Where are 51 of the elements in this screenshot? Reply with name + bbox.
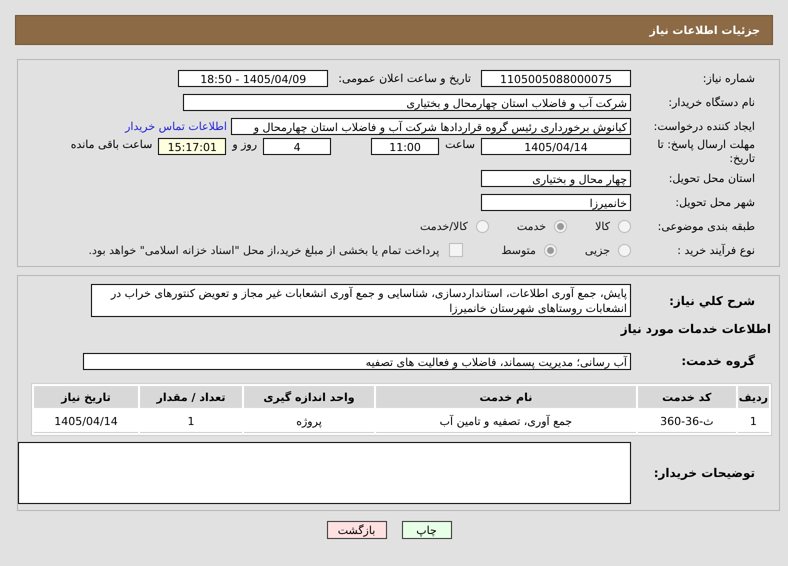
field-label: شهر محل تحویل:	[674, 196, 756, 208]
field-label: استان محل تحویل:	[668, 172, 756, 184]
deadline-time-field: 11:00	[371, 138, 440, 155]
column-header: تاریخ نیاز	[34, 386, 138, 408]
radio-button[interactable]	[554, 220, 568, 232]
field-label: شماره نیاز:	[702, 72, 756, 84]
remaining-time-field: 15:17:01	[158, 138, 226, 155]
back-button[interactable]: بازگشت	[326, 521, 386, 539]
radio-label: کالا/خدمت	[420, 220, 468, 232]
radio-button[interactable]	[476, 220, 489, 232]
field-label: تاریخ و ساعت اعلان عمومی:	[337, 72, 472, 84]
remaining-label: ساعت باقی مانده	[70, 138, 154, 151]
radio-label: متوسط	[501, 244, 536, 256]
column-header: تعداد / مقدار	[140, 386, 242, 408]
city-field: خانمیرزا	[481, 194, 631, 210]
checkbox[interactable]	[449, 243, 464, 257]
creator-field: کیانوش برخورداری رئیس گروه قراردادها شرکت آب و فاضلاب استان چهارمحال و	[231, 118, 631, 134]
service-group-field: آب رسانی؛ مدیریت پسماند، فاضلاب و فعالیت های تصفیه	[83, 352, 631, 370]
column-header: نام خدمت	[376, 386, 636, 408]
field-label: مهلت ارسال پاسخ: تا تاریخ:	[656, 138, 756, 166]
contact-link[interactable]: اطلاعات تماس خریدار	[125, 120, 227, 132]
column-header: ردیف	[738, 386, 769, 408]
radio-label: کالا	[595, 220, 610, 232]
deadline-date-field: 1405/04/14	[481, 138, 631, 155]
time-label: ساعت	[444, 138, 476, 151]
radio-label: خدمت	[516, 220, 546, 232]
days-label: روز و	[230, 138, 258, 151]
announce-date-field: 1405/04/09 - 18:50	[178, 70, 328, 86]
field-label: شرح کلي نياز:	[668, 294, 756, 308]
field-label: توضیحات خریدار:	[652, 466, 756, 480]
buyer-field: شرکت آب و فاضلاب استان چهارمحال و بختیاری	[183, 94, 631, 110]
field-label: طبقه بندی موضوعی:	[656, 220, 756, 232]
column-header: کد خدمت	[638, 386, 736, 408]
province-field: چهار محال و بختیاری	[481, 170, 631, 186]
radio-button[interactable]	[618, 244, 631, 256]
checkbox-label: پرداخت تمام یا بخشی از مبلغ خرید،از محل "اسناد خزانه اسلامی" خواهد بود.	[88, 244, 440, 256]
field-label: نوع فرآیند خرید :	[676, 244, 756, 256]
column-header: واحد اندازه گیری	[244, 386, 374, 408]
field-label: گروه خدمت:	[680, 354, 756, 368]
notes-textarea[interactable]	[18, 442, 631, 504]
print-button[interactable]: چاپ	[402, 521, 452, 539]
need-number-field: 1105005088000075	[481, 70, 631, 86]
field-label: نام دستگاه خریدار:	[667, 96, 756, 108]
radio-label: جزیی	[584, 244, 610, 256]
days-field: 4	[263, 138, 332, 155]
field-label: ایجاد کننده درخواست:	[652, 120, 756, 132]
section-title: اطلاعات خدمات مورد نیاز	[620, 322, 772, 336]
radio-button[interactable]	[544, 244, 557, 256]
description-textarea[interactable]: پایش، جمع آوری اطلاعات، استانداردسازی، شناسایی و جمع آوری انشعابات غیر مجاز و تعویض کنتورهای خراب در انشعابات روستاهای شهرستان خانمیرزا	[91, 284, 631, 317]
page-title: جزئیات اطلاعات نیاز	[650, 24, 760, 36]
radio-button[interactable]	[618, 220, 631, 232]
